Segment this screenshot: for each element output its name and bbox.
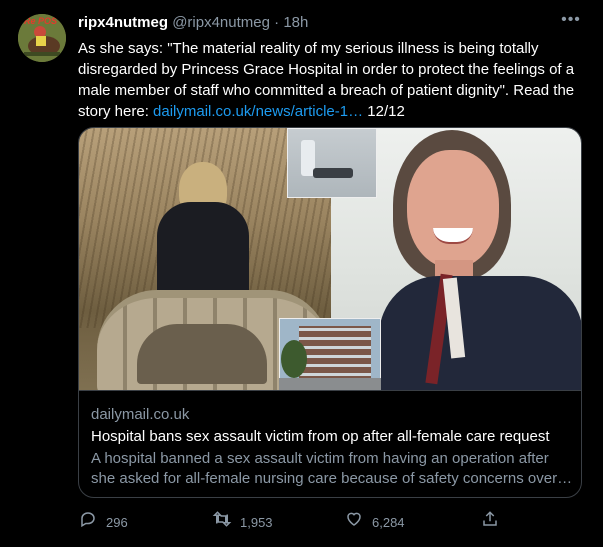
article-link[interactable]: dailymail.co.uk/news/article-1… (153, 103, 363, 120)
card-description: A hospital banned a sex assault victim f… (91, 450, 573, 487)
tweet-text: As she says: "The material reality of my… (78, 38, 588, 122)
operating-table-figure (313, 168, 353, 178)
portrait-face (407, 150, 499, 268)
retweet-count: 1,953 (240, 515, 273, 530)
tree-figure (281, 340, 307, 378)
avatar[interactable]: Re POS (18, 14, 66, 62)
action-bar: 296 1,953 6,284 (78, 510, 588, 534)
card-info[interactable]: dailymail.co.uk Hospital bans sex assaul… (79, 390, 581, 497)
card-image[interactable] (79, 128, 581, 390)
street-figure (279, 378, 381, 390)
timestamp[interactable]: 18h (283, 14, 308, 31)
card-domain: dailymail.co.uk (91, 406, 190, 423)
card-title: Hospital bans sex assault victim from op… (91, 428, 550, 445)
heart-icon (344, 510, 364, 536)
avatar-logo-text: Re POS (24, 16, 58, 26)
building-facade-figure (299, 326, 371, 382)
user-handle[interactable]: @ripx4nutmeg (172, 14, 270, 31)
portrait-jacket (379, 276, 581, 390)
thread-counter: 12/12 (363, 103, 405, 120)
boat-inner-figure (137, 324, 267, 384)
more-icon[interactable]: ••• (559, 10, 583, 34)
retweet-icon (212, 510, 232, 536)
like-button[interactable]: 6,284 (344, 510, 405, 534)
separator-dot: · (274, 14, 280, 31)
share-icon (480, 510, 500, 536)
tweet-header: ripx4nutmeg @ripx4nutmeg · 18h ••• (78, 11, 583, 34)
share-button[interactable] (480, 510, 500, 534)
reply-count: 296 (106, 515, 128, 530)
reply-button[interactable]: 296 (78, 510, 128, 534)
reply-icon (78, 510, 98, 536)
like-count: 6,284 (372, 515, 405, 530)
display-name[interactable]: ripx4nutmeg (78, 14, 168, 31)
tweet[interactable]: Re POS ripx4nutmeg @ripx4nutmeg · 18h ••… (0, 0, 603, 547)
link-preview-card[interactable]: dailymail.co.uk Hospital bans sex assaul… (78, 127, 582, 498)
retweet-button[interactable]: 1,953 (212, 510, 273, 534)
